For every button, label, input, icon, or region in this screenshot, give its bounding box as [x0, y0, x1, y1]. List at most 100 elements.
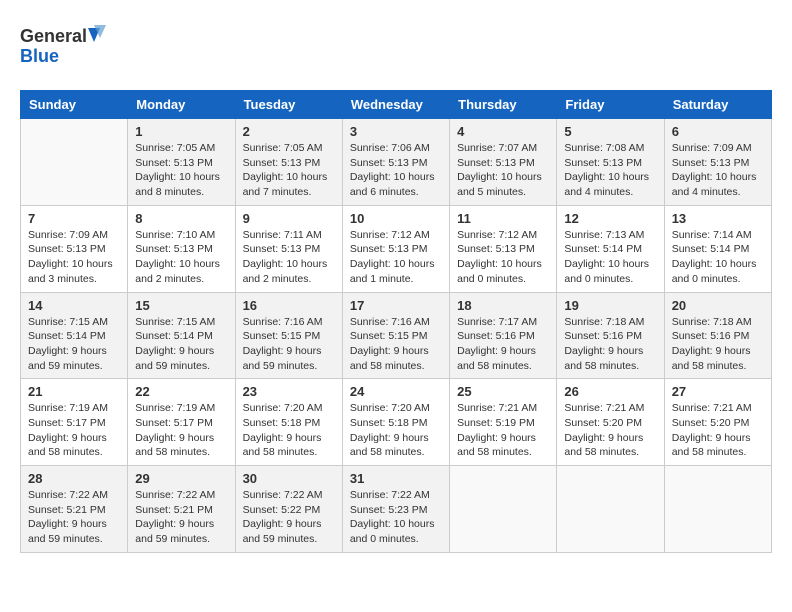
day-info: Sunrise: 7:05 AM Sunset: 5:13 PM Dayligh…: [243, 141, 335, 200]
calendar-week-row: 7 Sunrise: 7:09 AM Sunset: 5:13 PM Daylig…: [21, 205, 772, 292]
calendar-day-cell: 13 Sunrise: 7:14 AM Sunset: 5:14 PM Dayli…: [664, 205, 771, 292]
day-info: Sunrise: 7:22 AM Sunset: 5:21 PM Dayligh…: [135, 488, 227, 547]
calendar-day-cell: [450, 466, 557, 553]
calendar-day-cell: 28 Sunrise: 7:22 AM Sunset: 5:21 PM Dayli…: [21, 466, 128, 553]
calendar-day-cell: 14 Sunrise: 7:15 AM Sunset: 5:14 PM Dayli…: [21, 292, 128, 379]
day-number: 3: [350, 124, 442, 139]
day-info: Sunrise: 7:09 AM Sunset: 5:13 PM Dayligh…: [28, 228, 120, 287]
calendar-day-cell: [557, 466, 664, 553]
day-number: 24: [350, 384, 442, 399]
day-info: Sunrise: 7:15 AM Sunset: 5:14 PM Dayligh…: [135, 315, 227, 374]
calendar-week-row: 1 Sunrise: 7:05 AM Sunset: 5:13 PM Daylig…: [21, 119, 772, 206]
day-info: Sunrise: 7:07 AM Sunset: 5:13 PM Dayligh…: [457, 141, 549, 200]
day-info: Sunrise: 7:22 AM Sunset: 5:23 PM Dayligh…: [350, 488, 442, 547]
day-info: Sunrise: 7:12 AM Sunset: 5:13 PM Dayligh…: [350, 228, 442, 287]
weekday-header-sunday: Sunday: [21, 91, 128, 119]
calendar-day-cell: 22 Sunrise: 7:19 AM Sunset: 5:17 PM Dayli…: [128, 379, 235, 466]
day-number: 20: [672, 298, 764, 313]
weekday-header-wednesday: Wednesday: [342, 91, 449, 119]
day-number: 14: [28, 298, 120, 313]
calendar-day-cell: 20 Sunrise: 7:18 AM Sunset: 5:16 PM Dayli…: [664, 292, 771, 379]
calendar-week-row: 14 Sunrise: 7:15 AM Sunset: 5:14 PM Dayli…: [21, 292, 772, 379]
calendar-day-cell: 29 Sunrise: 7:22 AM Sunset: 5:21 PM Dayli…: [128, 466, 235, 553]
day-info: Sunrise: 7:16 AM Sunset: 5:15 PM Dayligh…: [243, 315, 335, 374]
day-number: 11: [457, 211, 549, 226]
weekday-header-thursday: Thursday: [450, 91, 557, 119]
calendar-day-cell: 12 Sunrise: 7:13 AM Sunset: 5:14 PM Dayli…: [557, 205, 664, 292]
calendar-day-cell: [664, 466, 771, 553]
calendar-table: SundayMondayTuesdayWednesdayThursdayFrid…: [20, 90, 772, 553]
day-info: Sunrise: 7:18 AM Sunset: 5:16 PM Dayligh…: [672, 315, 764, 374]
day-info: Sunrise: 7:21 AM Sunset: 5:19 PM Dayligh…: [457, 401, 549, 460]
day-number: 1: [135, 124, 227, 139]
calendar-day-cell: 27Sunrise: 7:21 AM Sunset: 5:20 PM Dayli…: [664, 379, 771, 466]
calendar-day-cell: 23 Sunrise: 7:20 AM Sunset: 5:18 PM Dayli…: [235, 379, 342, 466]
day-info: Sunrise: 7:09 AM Sunset: 5:13 PM Dayligh…: [672, 141, 764, 200]
calendar-day-cell: 8Sunrise: 7:10 AM Sunset: 5:13 PM Daylig…: [128, 205, 235, 292]
calendar-day-cell: 15 Sunrise: 7:15 AM Sunset: 5:14 PM Dayli…: [128, 292, 235, 379]
calendar-day-cell: 16 Sunrise: 7:16 AM Sunset: 5:15 PM Dayli…: [235, 292, 342, 379]
day-number: 28: [28, 471, 120, 486]
day-number: 5: [564, 124, 656, 139]
weekday-header-monday: Monday: [128, 91, 235, 119]
day-number: 7: [28, 211, 120, 226]
calendar-day-cell: 25 Sunrise: 7:21 AM Sunset: 5:19 PM Dayli…: [450, 379, 557, 466]
day-number: 22: [135, 384, 227, 399]
day-info: Sunrise: 7:17 AM Sunset: 5:16 PM Dayligh…: [457, 315, 549, 374]
day-info: Sunrise: 7:06 AM Sunset: 5:13 PM Dayligh…: [350, 141, 442, 200]
calendar-week-row: 28 Sunrise: 7:22 AM Sunset: 5:21 PM Dayli…: [21, 466, 772, 553]
calendar-day-cell: 11Sunrise: 7:12 AM Sunset: 5:13 PM Dayli…: [450, 205, 557, 292]
day-info: Sunrise: 7:16 AM Sunset: 5:15 PM Dayligh…: [350, 315, 442, 374]
calendar-day-cell: 24Sunrise: 7:20 AM Sunset: 5:18 PM Dayli…: [342, 379, 449, 466]
day-number: 10: [350, 211, 442, 226]
day-number: 26: [564, 384, 656, 399]
day-info: Sunrise: 7:22 AM Sunset: 5:21 PM Dayligh…: [28, 488, 120, 547]
day-number: 23: [243, 384, 335, 399]
day-info: Sunrise: 7:20 AM Sunset: 5:18 PM Dayligh…: [243, 401, 335, 460]
day-number: 2: [243, 124, 335, 139]
calendar-day-cell: 4Sunrise: 7:07 AM Sunset: 5:13 PM Daylig…: [450, 119, 557, 206]
weekday-header-tuesday: Tuesday: [235, 91, 342, 119]
day-number: 8: [135, 211, 227, 226]
day-number: 19: [564, 298, 656, 313]
day-info: Sunrise: 7:19 AM Sunset: 5:17 PM Dayligh…: [135, 401, 227, 460]
day-info: Sunrise: 7:14 AM Sunset: 5:14 PM Dayligh…: [672, 228, 764, 287]
day-number: 16: [243, 298, 335, 313]
day-number: 17: [350, 298, 442, 313]
day-info: Sunrise: 7:05 AM Sunset: 5:13 PM Dayligh…: [135, 141, 227, 200]
svg-text:Blue: Blue: [20, 46, 59, 66]
calendar-day-cell: 19 Sunrise: 7:18 AM Sunset: 5:16 PM Dayli…: [557, 292, 664, 379]
calendar-day-cell: 31 Sunrise: 7:22 AM Sunset: 5:23 PM Dayli…: [342, 466, 449, 553]
day-number: 6: [672, 124, 764, 139]
calendar-day-cell: 6 Sunrise: 7:09 AM Sunset: 5:13 PM Daylig…: [664, 119, 771, 206]
day-info: Sunrise: 7:08 AM Sunset: 5:13 PM Dayligh…: [564, 141, 656, 200]
day-info: Sunrise: 7:13 AM Sunset: 5:14 PM Dayligh…: [564, 228, 656, 287]
calendar-day-cell: 21 Sunrise: 7:19 AM Sunset: 5:17 PM Dayli…: [21, 379, 128, 466]
page-header: General Blue: [20, 20, 772, 80]
day-info: Sunrise: 7:19 AM Sunset: 5:17 PM Dayligh…: [28, 401, 120, 460]
day-info: Sunrise: 7:18 AM Sunset: 5:16 PM Dayligh…: [564, 315, 656, 374]
day-number: 15: [135, 298, 227, 313]
day-number: 25: [457, 384, 549, 399]
weekday-header-saturday: Saturday: [664, 91, 771, 119]
day-number: 13: [672, 211, 764, 226]
day-number: 30: [243, 471, 335, 486]
day-number: 27: [672, 384, 764, 399]
calendar-day-cell: 18Sunrise: 7:17 AM Sunset: 5:16 PM Dayli…: [450, 292, 557, 379]
day-number: 12: [564, 211, 656, 226]
calendar-day-cell: 2 Sunrise: 7:05 AM Sunset: 5:13 PM Daylig…: [235, 119, 342, 206]
day-number: 31: [350, 471, 442, 486]
day-number: 9: [243, 211, 335, 226]
calendar-day-cell: 9 Sunrise: 7:11 AM Sunset: 5:13 PM Daylig…: [235, 205, 342, 292]
calendar-day-cell: 10 Sunrise: 7:12 AM Sunset: 5:13 PM Dayli…: [342, 205, 449, 292]
svg-text:General: General: [20, 26, 87, 46]
day-info: Sunrise: 7:11 AM Sunset: 5:13 PM Dayligh…: [243, 228, 335, 287]
calendar-body: 1 Sunrise: 7:05 AM Sunset: 5:13 PM Daylig…: [21, 119, 772, 553]
calendar-day-cell: 1 Sunrise: 7:05 AM Sunset: 5:13 PM Daylig…: [128, 119, 235, 206]
calendar-day-cell: 5 Sunrise: 7:08 AM Sunset: 5:13 PM Daylig…: [557, 119, 664, 206]
day-info: Sunrise: 7:15 AM Sunset: 5:14 PM Dayligh…: [28, 315, 120, 374]
weekday-header-friday: Friday: [557, 91, 664, 119]
calendar-day-cell: 30Sunrise: 7:22 AM Sunset: 5:22 PM Dayli…: [235, 466, 342, 553]
day-number: 21: [28, 384, 120, 399]
day-number: 29: [135, 471, 227, 486]
